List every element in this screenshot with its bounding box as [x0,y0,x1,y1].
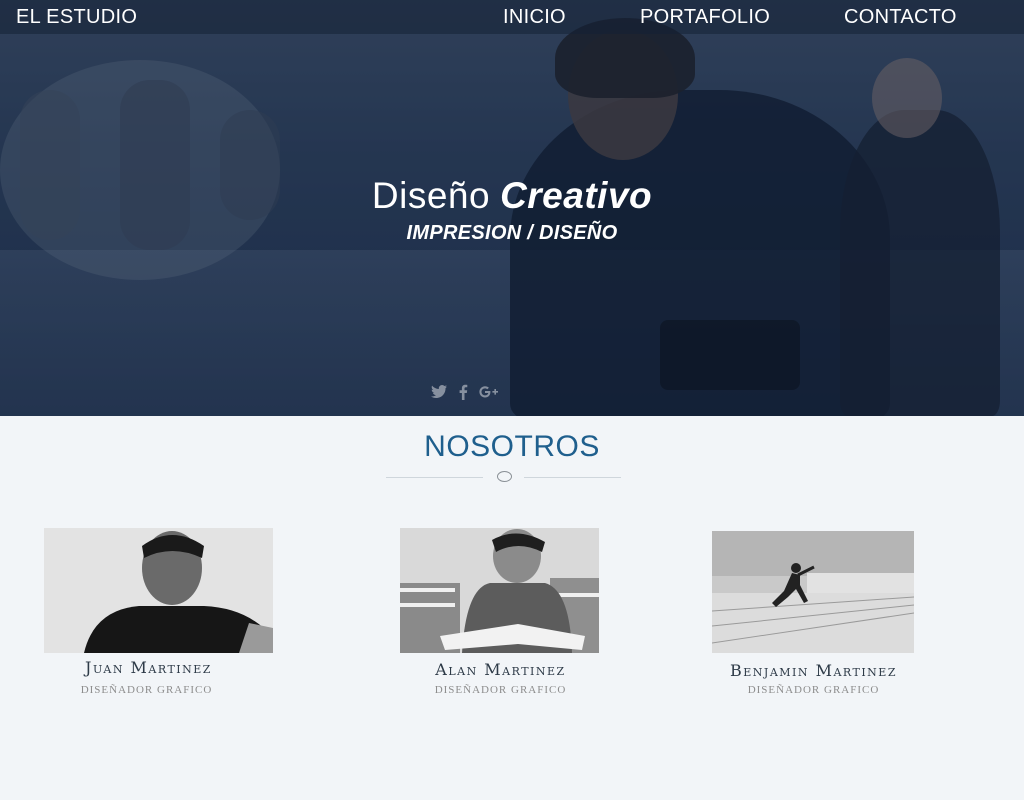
divider-line-left [386,477,483,478]
divider-circle-icon [497,471,512,482]
nav-link-contacto[interactable]: CONTACTO [844,6,957,29]
section-title-nosotros: NOSOTROS [424,430,600,463]
brand-link[interactable]: EL ESTUDIO [16,6,137,29]
top-navigation: EL ESTUDIO INICIO PORTAFOLIO CONTACTO [0,0,1024,34]
social-links [426,384,506,410]
hero-title-regular: Diseño [371,175,491,216]
member-name: Juan Martinez [85,658,212,677]
hero-banner: EL ESTUDIO INICIO PORTAFOLIO CONTACTO Di… [0,0,1024,416]
twitter-icon[interactable] [430,384,448,405]
divider-line-right [524,477,621,478]
member-photo [400,528,599,653]
member-role: DISEÑADOR GRAFICO [434,684,567,696]
hero-subtitle: IMPRESION / DISEÑO [406,222,618,244]
member-role: DISEÑADOR GRAFICO [80,684,213,696]
member-role: DISEÑADOR GRAFICO [747,684,880,696]
hero-title-bold: Creativo [500,175,653,216]
nav-link-portafolio[interactable]: PORTAFOLIO [640,6,770,29]
member-name: Benjamin Martinez [730,661,897,680]
member-photo [44,528,273,653]
google-plus-icon[interactable] [478,384,500,405]
hero-title: Diseño Creativo [0,175,1024,217]
facebook-icon[interactable] [458,384,468,405]
nav-link-inicio[interactable]: INICIO [503,6,566,29]
member-name: Alan Martinez [435,660,566,679]
member-photo [712,531,914,653]
